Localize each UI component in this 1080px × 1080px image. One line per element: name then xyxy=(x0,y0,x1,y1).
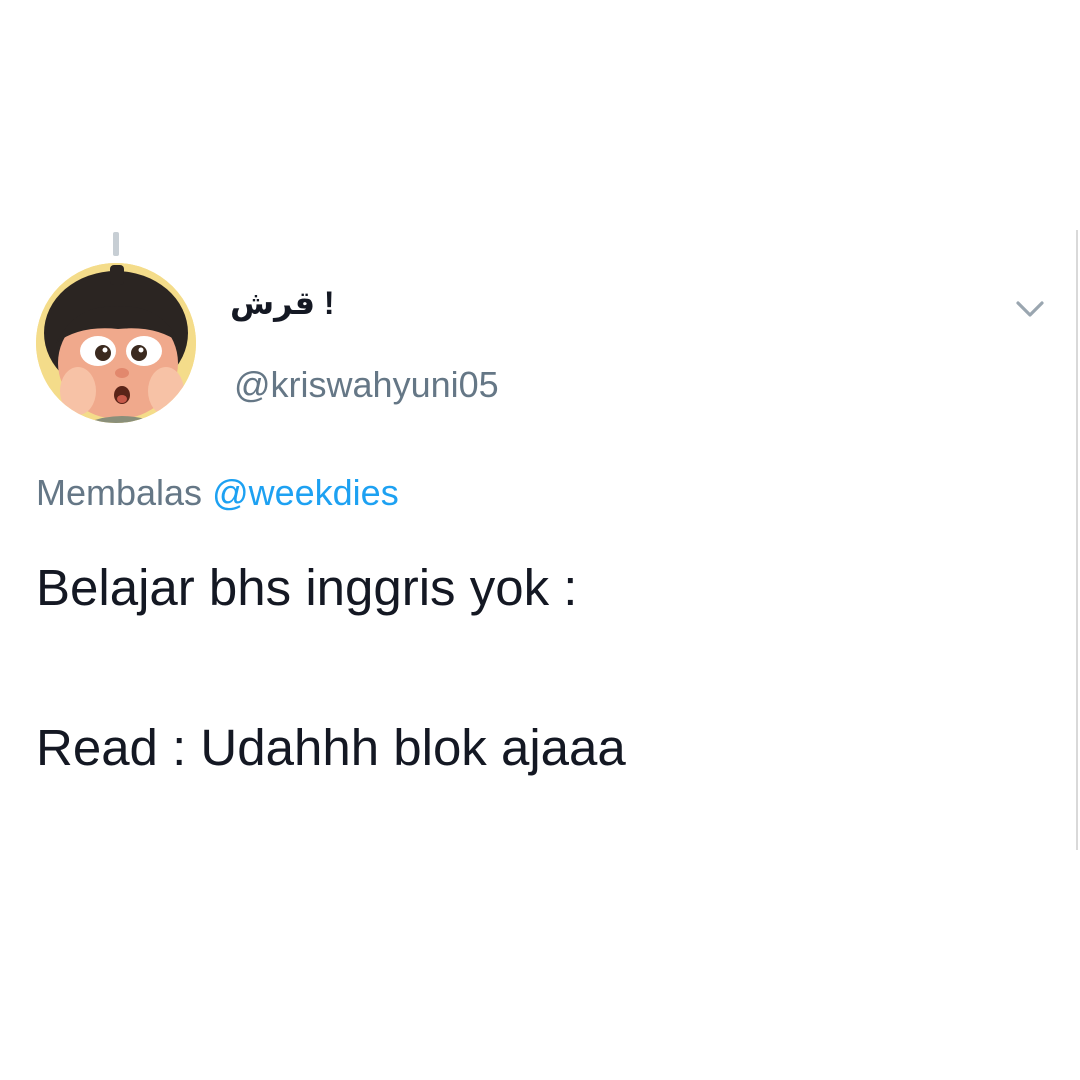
avatar-cartoon-girl-icon xyxy=(36,263,196,423)
reply-mention-link[interactable]: @weekdies xyxy=(212,472,399,513)
screenshot-canvas: قرش ! @kriswahyuni05 Membalas @weekdies … xyxy=(0,0,1080,1080)
tweet-card[interactable]: قرش ! @kriswahyuni05 Membalas @weekdies … xyxy=(0,230,1078,850)
tweet-menu-button[interactable] xyxy=(1013,292,1047,326)
reply-prefix: Membalas xyxy=(36,472,213,513)
tweet-line-break xyxy=(36,628,1036,708)
author-handle[interactable]: @kriswahyuni05 xyxy=(234,364,499,406)
tweet-body: Belajar bhs inggris yok : Read : Udahhh … xyxy=(36,548,1036,788)
reply-context: Membalas @weekdies xyxy=(36,472,399,514)
tweet-text-line: Read : Udahhh blok ajaaa xyxy=(36,719,626,776)
author-display-name[interactable]: قرش ! xyxy=(230,284,380,322)
tweet-text-line: Belajar bhs inggris yok : xyxy=(36,559,578,616)
thread-connector-line xyxy=(113,232,119,256)
chevron-down-icon xyxy=(1016,301,1044,317)
avatar[interactable] xyxy=(36,263,196,423)
